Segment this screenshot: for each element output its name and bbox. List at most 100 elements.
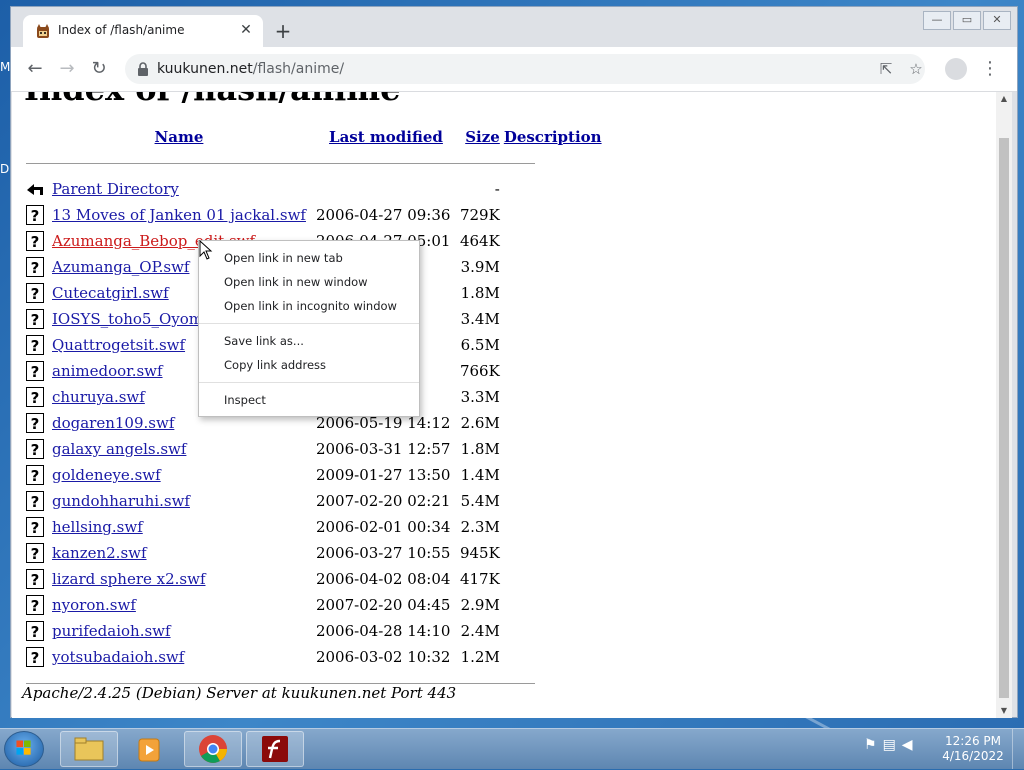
- taskbar-chrome-button[interactable]: [184, 731, 242, 767]
- tab-active[interactable]: Index of /flash/anime ✕: [23, 15, 263, 47]
- file-modified-cell: 2006-02-01 00:34: [315, 518, 451, 536]
- menu-separator: [199, 382, 419, 383]
- file-link[interactable]: 13 Moves of Janken 01 jackal.swf: [52, 206, 306, 224]
- header-name: Name: [50, 124, 308, 150]
- file-description-cell: [502, 358, 604, 384]
- header-size: Size: [458, 124, 502, 150]
- file-size-cell: 5.4M: [460, 492, 500, 510]
- forward-button[interactable]: →: [57, 59, 77, 79]
- table-row: ? nyoron.swf 2007-02-20 04:45 2.9M: [24, 592, 604, 618]
- menu-open-new-tab[interactable]: Open link in new tab: [199, 246, 419, 270]
- sort-description-link[interactable]: Description: [504, 128, 602, 146]
- network-icon[interactable]: ▤: [883, 737, 896, 753]
- scroll-down-arrow-icon[interactable]: ▼: [996, 704, 1012, 718]
- taskbar-clock[interactable]: 12:26 PM 4/16/2022: [938, 734, 1008, 764]
- back-button[interactable]: ←: [25, 59, 45, 79]
- url-text[interactable]: kuukunen.net/flash/anime/: [157, 61, 344, 77]
- taskbar-media-player-button[interactable]: [122, 731, 180, 767]
- file-link[interactable]: yotsubadaioh.swf: [52, 648, 184, 666]
- unknown-file-icon: ?: [26, 569, 44, 589]
- profile-avatar-icon[interactable]: [945, 58, 967, 80]
- file-size-cell: 945K: [459, 544, 500, 562]
- taskbar-explorer-button[interactable]: [60, 731, 118, 767]
- taskbar-flash-button[interactable]: [246, 731, 304, 767]
- address-bar[interactable]: kuukunen.net/flash/anime/ ⇱ ☆: [125, 54, 925, 84]
- file-name-cell: yotsubadaioh.swf: [50, 644, 308, 670]
- unknown-file-icon: ?: [26, 205, 44, 225]
- file-icon-cell: ?: [24, 436, 50, 462]
- file-size-cell: 464K: [459, 232, 500, 250]
- context-menu: Open link in new tab Open link in new wi…: [198, 240, 420, 417]
- file-link[interactable]: lizard sphere x2.swf: [52, 570, 206, 588]
- file-link[interactable]: galaxy angels.swf: [52, 440, 186, 458]
- file-name-cell: galaxy angels.swf: [50, 436, 308, 462]
- maximize-button[interactable]: ▭: [953, 11, 981, 30]
- parent-name-cell: Parent Directory: [50, 176, 308, 202]
- file-icon-cell: ?: [24, 644, 50, 670]
- file-size-cell: 2.4M: [460, 622, 500, 640]
- file-link[interactable]: nyoron.swf: [52, 596, 136, 614]
- bookmark-star-icon[interactable]: ☆: [907, 60, 925, 78]
- show-desktop-button[interactable]: [1012, 729, 1024, 769]
- scroll-up-arrow-icon[interactable]: ▲: [996, 92, 1012, 106]
- file-link[interactable]: Azumanga_OP.swf: [52, 258, 189, 276]
- file-link[interactable]: IOSYS_toho5_Oyome: [52, 310, 212, 328]
- file-link[interactable]: Cutecatgirl.swf: [52, 284, 169, 302]
- file-link[interactable]: churuya.swf: [52, 388, 145, 406]
- file-size-cell: 3.9M: [460, 258, 500, 276]
- tab-close-icon[interactable]: ✕: [237, 21, 255, 39]
- file-size-cell: 3.4M: [460, 310, 500, 328]
- file-link[interactable]: Quattrogetsit.swf: [52, 336, 185, 354]
- close-window-button[interactable]: ✕: [983, 11, 1011, 30]
- lock-icon[interactable]: [137, 62, 149, 76]
- table-row: ? kanzen2.swf 2006-03-27 10:55 945K: [24, 540, 604, 566]
- mouse-cursor-icon: [199, 240, 213, 260]
- parent-directory-link[interactable]: Parent Directory: [52, 180, 179, 198]
- new-tab-button[interactable]: +: [273, 21, 293, 41]
- unknown-file-icon: ?: [26, 361, 44, 381]
- file-link[interactable]: goldeneye.swf: [52, 466, 161, 484]
- menu-open-new-window[interactable]: Open link in new window: [199, 270, 419, 294]
- file-link[interactable]: purifedaioh.swf: [52, 622, 171, 640]
- file-description-cell: [502, 280, 604, 306]
- file-icon-cell: ?: [24, 618, 50, 644]
- clock-time: 12:26 PM: [945, 734, 1001, 748]
- menu-inspect[interactable]: Inspect: [199, 388, 419, 412]
- start-button[interactable]: [4, 731, 44, 767]
- unknown-file-icon: ?: [26, 621, 44, 641]
- file-link[interactable]: dogaren109.swf: [52, 414, 174, 432]
- volume-icon[interactable]: ◀: [902, 737, 913, 753]
- sort-size-link[interactable]: Size: [465, 128, 500, 146]
- file-link[interactable]: animedoor.swf: [52, 362, 163, 380]
- reload-button[interactable]: ↻: [89, 59, 109, 79]
- divider-cell: [24, 150, 604, 176]
- vertical-scrollbar[interactable]: ▲ ▼: [996, 92, 1012, 718]
- file-size-cell: 2.9M: [460, 596, 500, 614]
- minimize-button[interactable]: —: [923, 11, 951, 30]
- sort-modified-link[interactable]: Last modified: [329, 128, 443, 146]
- clock-date: 4/16/2022: [942, 749, 1004, 763]
- unknown-file-icon: ?: [26, 647, 44, 667]
- share-icon[interactable]: ⇱: [877, 60, 895, 78]
- file-size-cell: 3.3M: [460, 388, 500, 406]
- browser-window: Index of /flash/anime ✕ + — ▭ ✕ ← → ↻ ku…: [10, 6, 1018, 718]
- unknown-file-icon: ?: [26, 465, 44, 485]
- scroll-thumb[interactable]: [999, 138, 1009, 698]
- file-name-cell: purifedaioh.swf: [50, 618, 308, 644]
- sort-name-link[interactable]: Name: [155, 128, 204, 146]
- file-size-cell: 6.5M: [460, 336, 500, 354]
- file-size-cell: 729K: [459, 206, 500, 224]
- table-row: ? lizard sphere x2.swf 2006-04-02 08:04 417…: [24, 566, 604, 592]
- file-link[interactable]: hellsing.swf: [52, 518, 143, 536]
- file-description-cell: [502, 436, 604, 462]
- unknown-file-icon: ?: [26, 231, 44, 251]
- menu-save-link[interactable]: Save link as...: [199, 329, 419, 353]
- action-center-flag-icon[interactable]: ⚑: [864, 737, 877, 753]
- table-row: ? goldeneye.swf 2009-01-27 13:50 1.4M: [24, 462, 604, 488]
- menu-copy-link[interactable]: Copy link address: [199, 353, 419, 377]
- file-link[interactable]: gundohharuhi.swf: [52, 492, 190, 510]
- menu-open-incognito[interactable]: Open link in incognito window: [199, 294, 419, 318]
- browser-menu-icon[interactable]: ⋮: [981, 57, 999, 81]
- file-link[interactable]: kanzen2.swf: [52, 544, 147, 562]
- back-arrow-icon: [27, 183, 43, 195]
